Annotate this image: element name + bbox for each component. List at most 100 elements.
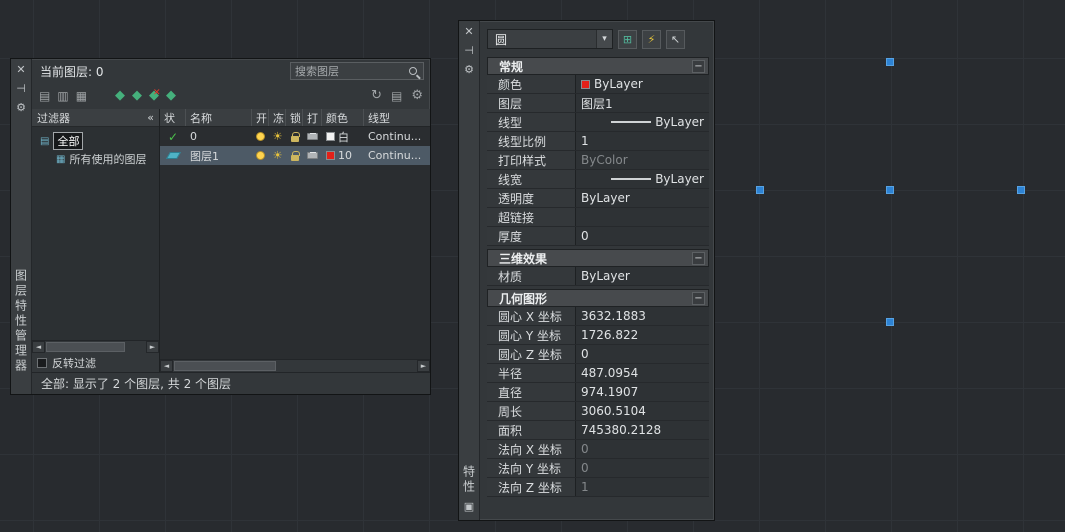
property-row[interactable]: 线宽 ByLayer xyxy=(487,170,709,189)
property-value[interactable]: ByLayer xyxy=(575,75,709,93)
scroll-left-icon[interactable]: ◄ xyxy=(32,341,45,353)
grip-handle[interactable] xyxy=(886,58,894,66)
set-current-layer-button[interactable]: ◆ xyxy=(166,89,176,103)
grip-handle[interactable] xyxy=(756,186,764,194)
property-row[interactable]: 图层 图层1 xyxy=(487,94,709,113)
layer-column-header[interactable]: 名称 xyxy=(186,109,252,126)
layer-states-manager-button[interactable]: ▦ xyxy=(76,89,87,103)
collapse-filters-icon[interactable]: « xyxy=(147,111,154,124)
layer-column-header[interactable]: 打 xyxy=(303,109,322,126)
layer-column-header[interactable]: 锁 xyxy=(286,109,303,126)
property-value[interactable]: ByColor xyxy=(575,151,709,169)
grip-handle[interactable] xyxy=(1017,186,1025,194)
printer-icon[interactable] xyxy=(307,133,318,140)
property-value[interactable] xyxy=(575,208,709,226)
settings-gear-icon[interactable]: ⚙ xyxy=(411,89,423,103)
property-value[interactable]: ByLayer xyxy=(575,267,709,285)
layer-column-header[interactable]: 颜色 xyxy=(322,109,364,126)
gear-icon[interactable]: ⚙ xyxy=(16,102,26,115)
new-property-filter-button[interactable]: ▤ xyxy=(39,89,50,103)
property-value[interactable]: ByLayer xyxy=(575,170,709,188)
close-icon[interactable]: ✕ xyxy=(16,64,25,77)
property-row[interactable]: 直径 974.1907 xyxy=(487,383,709,402)
collapse-section-button[interactable]: − xyxy=(692,252,705,265)
property-value[interactable]: 1 xyxy=(575,478,709,496)
new-layer-button[interactable]: ◆ xyxy=(115,89,125,103)
property-value[interactable]: 487.0954 xyxy=(575,364,709,382)
property-row[interactable]: 厚度 0 xyxy=(487,227,709,246)
section-header[interactable]: 三维效果 − xyxy=(487,249,709,267)
pin-icon[interactable]: ⊣ xyxy=(464,45,474,58)
property-value[interactable]: ByLayer xyxy=(575,113,709,131)
layer-row[interactable]: 图层1 ☀ 10 Continu... xyxy=(160,146,430,165)
filter-tree-item[interactable]: ▤ 全部 xyxy=(32,132,159,150)
layer-linetype[interactable]: Continu... xyxy=(364,149,430,162)
property-row[interactable]: 面积 745380.2128 xyxy=(487,421,709,440)
pin-icon[interactable]: ⊣ xyxy=(16,83,26,96)
layer-column-header[interactable]: 开 xyxy=(252,109,269,126)
property-row[interactable]: 法向 X 坐标 0 xyxy=(487,440,709,459)
property-row[interactable]: 打印样式 ByColor xyxy=(487,151,709,170)
property-row[interactable]: 透明度 ByLayer xyxy=(487,189,709,208)
property-value[interactable]: 745380.2128 xyxy=(575,421,709,439)
layer-color-cell[interactable]: 10 xyxy=(322,149,364,162)
property-row[interactable]: 法向 Y 坐标 0 xyxy=(487,459,709,478)
property-value[interactable]: 974.1907 xyxy=(575,383,709,401)
property-value[interactable]: 1726.822 xyxy=(575,326,709,344)
property-row[interactable]: 超链接 xyxy=(487,208,709,227)
grip-handle[interactable] xyxy=(886,318,894,326)
lock-icon[interactable] xyxy=(290,131,300,142)
collapse-section-button[interactable]: − xyxy=(692,292,705,305)
property-row[interactable]: 半径 487.0954 xyxy=(487,364,709,383)
property-row[interactable]: 周长 3060.5104 xyxy=(487,402,709,421)
property-row[interactable]: 颜色 ByLayer xyxy=(487,75,709,94)
layers-scroll-thumb[interactable] xyxy=(174,361,277,371)
property-value[interactable]: 图层1 xyxy=(575,94,709,112)
property-value[interactable]: 3060.5104 xyxy=(575,402,709,420)
property-value[interactable]: 0 xyxy=(575,345,709,363)
quick-select-button[interactable]: ⚡ xyxy=(642,29,661,49)
new-group-filter-button[interactable]: ▥ xyxy=(57,89,68,103)
filter-tree-item[interactable]: ▦ 所有使用的图层 xyxy=(32,150,159,168)
layers-hscrollbar[interactable]: ◄ ► xyxy=(160,359,430,372)
close-icon[interactable]: ✕ xyxy=(464,26,473,39)
grip-handle[interactable] xyxy=(886,186,894,194)
filters-scroll-thumb[interactable] xyxy=(46,342,125,352)
property-row[interactable]: 线型比例 1 xyxy=(487,132,709,151)
search-icon[interactable] xyxy=(409,67,417,75)
property-value[interactable]: 3632.1883 xyxy=(575,307,709,325)
property-value[interactable]: 0 xyxy=(575,459,709,477)
delete-layer-button[interactable]: ◆ xyxy=(149,86,161,103)
chevron-down-icon[interactable]: ▾ xyxy=(596,30,612,48)
layer-column-header[interactable]: 冻 xyxy=(269,109,286,126)
section-header[interactable]: 几何图形 − xyxy=(487,289,709,307)
property-value[interactable]: 0 xyxy=(575,227,709,245)
sun-icon[interactable]: ☀ xyxy=(273,130,283,143)
lightbulb-icon[interactable] xyxy=(256,151,265,160)
layer-color-cell[interactable]: 白 xyxy=(322,129,364,145)
property-row[interactable]: 线型 ByLayer xyxy=(487,113,709,132)
select-objects-button[interactable]: ↖ xyxy=(666,29,685,49)
search-layers-input[interactable]: 搜索图层 xyxy=(290,62,424,80)
property-value[interactable]: ByLayer xyxy=(575,189,709,207)
scroll-left-icon[interactable]: ◄ xyxy=(160,360,173,372)
property-row[interactable]: 法向 Z 坐标 1 xyxy=(487,478,709,497)
layer-column-header[interactable]: 线型 xyxy=(364,109,430,126)
property-row[interactable]: 材质 ByLayer xyxy=(487,267,709,286)
sun-icon[interactable]: ☀ xyxy=(273,149,283,162)
refresh-icon[interactable]: ↻ xyxy=(371,89,382,103)
drawing-canvas[interactable]: ✕ ⊣ ⚙ 图层特性管理器 当前图层: 0 搜索图层 ▤ ▥ ▦ ◆ ◆ ◆ ✕… xyxy=(0,0,1065,532)
new-layer-frozen-button[interactable]: ◆ xyxy=(132,89,142,103)
property-value[interactable]: 1 xyxy=(575,132,709,150)
filters-scroll-track[interactable] xyxy=(45,341,146,353)
property-row[interactable]: 圆心 Y 坐标 1726.822 xyxy=(487,326,709,345)
layer-column-header[interactable]: 状 xyxy=(160,109,186,126)
scroll-right-icon[interactable]: ► xyxy=(146,341,159,353)
gear-icon[interactable]: ⚙ xyxy=(464,64,474,77)
layer-linetype[interactable]: Continu... xyxy=(364,130,430,143)
layer-settings-alt-icon[interactable]: ▤ xyxy=(391,89,402,103)
object-type-select[interactable]: 圆 ▾ xyxy=(487,29,613,49)
scroll-right-icon[interactable]: ► xyxy=(417,360,430,372)
filters-hscrollbar[interactable]: ◄ ► xyxy=(32,340,159,353)
lightbulb-icon[interactable] xyxy=(256,132,265,141)
